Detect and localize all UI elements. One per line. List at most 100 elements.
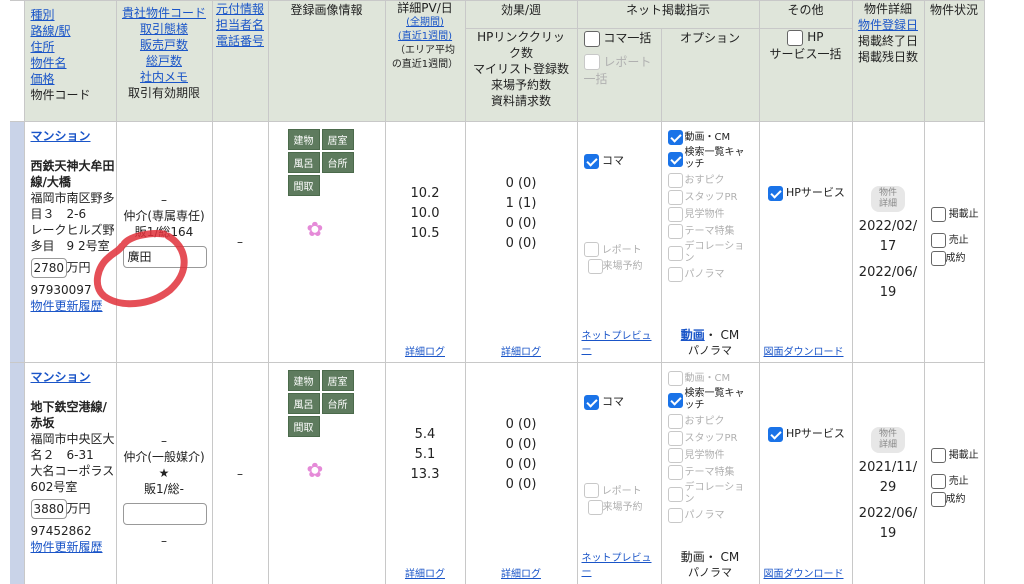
floorplan-download-link[interactable]: 図面ダウンロード: [764, 347, 844, 358]
option-item[interactable]: スタッフPR: [667, 431, 759, 446]
property-type-link[interactable]: マンション: [31, 129, 91, 143]
option-checkbox[interactable]: [667, 151, 683, 167]
deal-type: 仲介(専属専任): [123, 209, 205, 223]
status-sale-stop-checkbox[interactable]: [930, 232, 946, 248]
hp-service-bulk-checkbox[interactable]: [787, 29, 804, 46]
unit-count: 販1/総164: [134, 225, 194, 239]
image-tag: 風呂: [287, 393, 320, 414]
property-code: 97452862: [30, 524, 92, 538]
option-checkbox[interactable]: [667, 207, 683, 222]
memo-input[interactable]: 廣田: [122, 246, 207, 268]
option-item[interactable]: 動画・CM: [667, 130, 759, 145]
property-detail-button[interactable]: 物件詳細: [871, 427, 905, 453]
property-type-link[interactable]: マンション: [31, 370, 91, 384]
status-stop-checkbox[interactable]: [930, 447, 946, 463]
koma-checkbox[interactable]: [583, 153, 599, 169]
koma-checkbox[interactable]: [583, 394, 599, 410]
koma-bulk-checkbox[interactable]: [583, 30, 600, 47]
option-checkbox[interactable]: [667, 245, 683, 261]
option-item[interactable]: スタッフPR: [667, 190, 759, 205]
property-detail-button[interactable]: 物件詳細: [871, 186, 905, 212]
images-cell: 建物 居室 風呂 台所 間取 ✿: [267, 362, 386, 584]
option-item[interactable]: テーマ特集: [667, 465, 759, 480]
memo-input[interactable]: [122, 503, 207, 525]
pv-last-week-link[interactable]: (直近1週間): [398, 31, 452, 42]
sort-station-link[interactable]: 路線/駅: [31, 24, 71, 38]
option-checkbox[interactable]: [667, 448, 683, 463]
net-preview-link[interactable]: ネットプレビュー: [582, 553, 652, 578]
option-video-link[interactable]: 動画: [681, 328, 705, 342]
effects-cell: 0 (0) 1 (1) 0 (0) 0 (0) 詳細ログ: [464, 121, 578, 363]
status-cell: 掲載止 売止 成約: [923, 362, 985, 584]
hp-service-checkbox[interactable]: [767, 185, 783, 201]
pv-log-link[interactable]: 詳細ログ: [405, 569, 445, 580]
report-checkbox[interactable]: [583, 483, 599, 498]
sort-address-link[interactable]: 住所: [31, 40, 55, 54]
option-checkbox[interactable]: [667, 190, 683, 205]
pv-log-link[interactable]: 詳細ログ: [405, 347, 445, 358]
reservation-checkbox[interactable]: [587, 258, 603, 274]
option-item[interactable]: デコレーション: [667, 482, 759, 506]
report-checkbox[interactable]: [583, 242, 599, 257]
effects-log-link[interactable]: 詳細ログ: [501, 569, 541, 580]
sort-phone-link[interactable]: 電話番号: [216, 34, 264, 48]
option-item[interactable]: 検索一覧キャッチ: [667, 147, 759, 171]
effects-log-link[interactable]: 詳細ログ: [501, 347, 541, 358]
status-closed-checkbox[interactable]: [930, 250, 946, 266]
option-item[interactable]: おすピク: [667, 173, 759, 188]
option-item[interactable]: パノラマ: [667, 508, 759, 523]
option-checkbox[interactable]: [667, 130, 683, 145]
sort-reg-date-link[interactable]: 物件登録日: [858, 18, 918, 32]
option-checkbox[interactable]: [667, 392, 683, 408]
sort-type-link[interactable]: 種別: [31, 8, 55, 22]
image-tag: 台所: [321, 152, 354, 173]
option-checkbox[interactable]: [667, 465, 683, 480]
option-item[interactable]: 検索一覧キャッチ: [667, 388, 759, 412]
option-item[interactable]: 動画・CM: [667, 371, 759, 386]
option-checkbox[interactable]: [667, 371, 683, 386]
update-history-link[interactable]: 物件更新履歴: [31, 299, 103, 313]
option-item[interactable]: おすピク: [667, 414, 759, 429]
image-tag: 建物: [287, 370, 320, 391]
pv-all-period-link[interactable]: (全期間): [406, 17, 444, 28]
sort-memo-link[interactable]: 社内メモ: [140, 70, 188, 84]
status-stop-checkbox[interactable]: [930, 206, 946, 222]
option-item[interactable]: 見学物件: [667, 207, 759, 222]
sort-staff-link[interactable]: 担当者名: [216, 18, 264, 32]
hp-service-cell: HPサービス 図面ダウンロード: [758, 121, 853, 363]
sort-units-link[interactable]: 販売戸数: [140, 38, 188, 52]
sort-deal-type-link[interactable]: 取引態様: [140, 22, 188, 36]
reservation-checkbox[interactable]: [587, 499, 603, 515]
option-checkbox[interactable]: [667, 508, 683, 523]
status-sale-stop-checkbox[interactable]: [930, 473, 946, 489]
sort-total-units-link[interactable]: 総戸数: [146, 54, 182, 68]
option-checkbox[interactable]: [667, 431, 683, 446]
net-preview-link[interactable]: ネットプレビュー: [582, 331, 652, 356]
price-input[interactable]: 3880: [30, 499, 67, 519]
header-property-code: 物件コード: [30, 88, 91, 102]
option-item[interactable]: テーマ特集: [667, 224, 759, 239]
update-history-link[interactable]: 物件更新履歴: [31, 540, 103, 554]
listing-management-screen: 種別 路線/駅 住所 物件名 価格 物件コード 貴社物件コード 取引態様 販売戸…: [0, 0, 1024, 584]
floorplan-download-link[interactable]: 図面ダウンロード: [764, 569, 844, 580]
header-koma-bulk: コマ一括 レポート一括: [576, 28, 662, 122]
sort-price-link[interactable]: 価格: [31, 72, 55, 86]
option-checkbox[interactable]: [667, 414, 683, 429]
sort-own-code-link[interactable]: 貴社物件コード: [122, 6, 206, 20]
option-checkbox[interactable]: [667, 224, 683, 239]
sort-name-link[interactable]: 物件名: [31, 56, 67, 70]
price-input[interactable]: 2780: [30, 258, 67, 278]
report-bulk-checkbox[interactable]: [583, 54, 600, 70]
sort-source-link[interactable]: 元付情報: [216, 2, 264, 16]
option-item[interactable]: パノラマ: [667, 267, 759, 282]
status-closed-checkbox[interactable]: [930, 491, 946, 507]
koma-cell: コマ レポート 来場予約 ネットプレビュー: [576, 121, 662, 363]
option-item[interactable]: 見学物件: [667, 448, 759, 463]
option-checkbox[interactable]: [667, 486, 683, 502]
option-item[interactable]: デコレーション: [667, 241, 759, 265]
option-checkbox[interactable]: [667, 173, 683, 188]
option-checkbox[interactable]: [667, 267, 683, 282]
header-other-group: その他: [758, 0, 853, 29]
deal-type: 仲介(一般媒介): [123, 450, 205, 464]
hp-service-checkbox[interactable]: [767, 426, 783, 442]
